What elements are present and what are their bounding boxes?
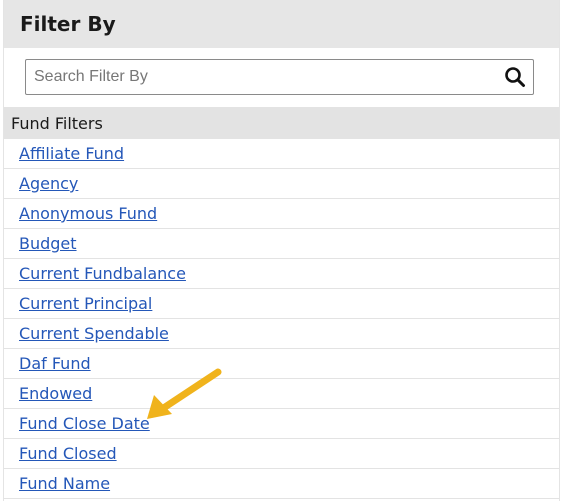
filter-link-agency[interactable]: Agency [19, 174, 78, 193]
list-item: Agency [4, 169, 559, 199]
panel-title: Filter By [20, 12, 116, 36]
list-item: Budget [4, 229, 559, 259]
filter-link-endowed[interactable]: Endowed [19, 384, 92, 403]
filter-panel: Filter By Fund Filters Affiliate Fund Ag… [3, 0, 560, 501]
filter-link-current-spendable[interactable]: Current Spendable [19, 324, 169, 343]
list-item: Daf Fund [4, 349, 559, 379]
search-box [25, 59, 534, 95]
filter-link-affiliate-fund[interactable]: Affiliate Fund [19, 144, 124, 163]
section-header: Fund Filters [4, 107, 559, 139]
search-input[interactable] [26, 62, 497, 92]
filter-link-budget[interactable]: Budget [19, 234, 77, 253]
filter-list: Affiliate Fund Agency Anonymous Fund Bud… [4, 139, 559, 499]
list-item: Current Spendable [4, 319, 559, 349]
list-item: Fund Closed [4, 439, 559, 469]
filter-link-fund-close-date[interactable]: Fund Close Date [19, 414, 150, 433]
filter-link-current-fundbalance[interactable]: Current Fundbalance [19, 264, 186, 283]
filter-link-current-principal[interactable]: Current Principal [19, 294, 152, 313]
list-item: Fund Close Date [4, 409, 559, 439]
filter-header: Filter By [4, 0, 559, 48]
search-area [4, 48, 559, 107]
filter-link-fund-name[interactable]: Fund Name [19, 474, 110, 493]
list-item: Anonymous Fund [4, 199, 559, 229]
filter-link-fund-closed[interactable]: Fund Closed [19, 444, 117, 463]
filter-link-anonymous-fund[interactable]: Anonymous Fund [19, 204, 157, 223]
search-icon[interactable] [497, 61, 533, 93]
list-item: Affiliate Fund [4, 139, 559, 169]
section-label: Fund Filters [11, 113, 103, 133]
filter-link-daf-fund[interactable]: Daf Fund [19, 354, 91, 373]
list-item: Fund Name [4, 469, 559, 499]
list-item: Current Fundbalance [4, 259, 559, 289]
list-item: Endowed [4, 379, 559, 409]
list-item: Current Principal [4, 289, 559, 319]
